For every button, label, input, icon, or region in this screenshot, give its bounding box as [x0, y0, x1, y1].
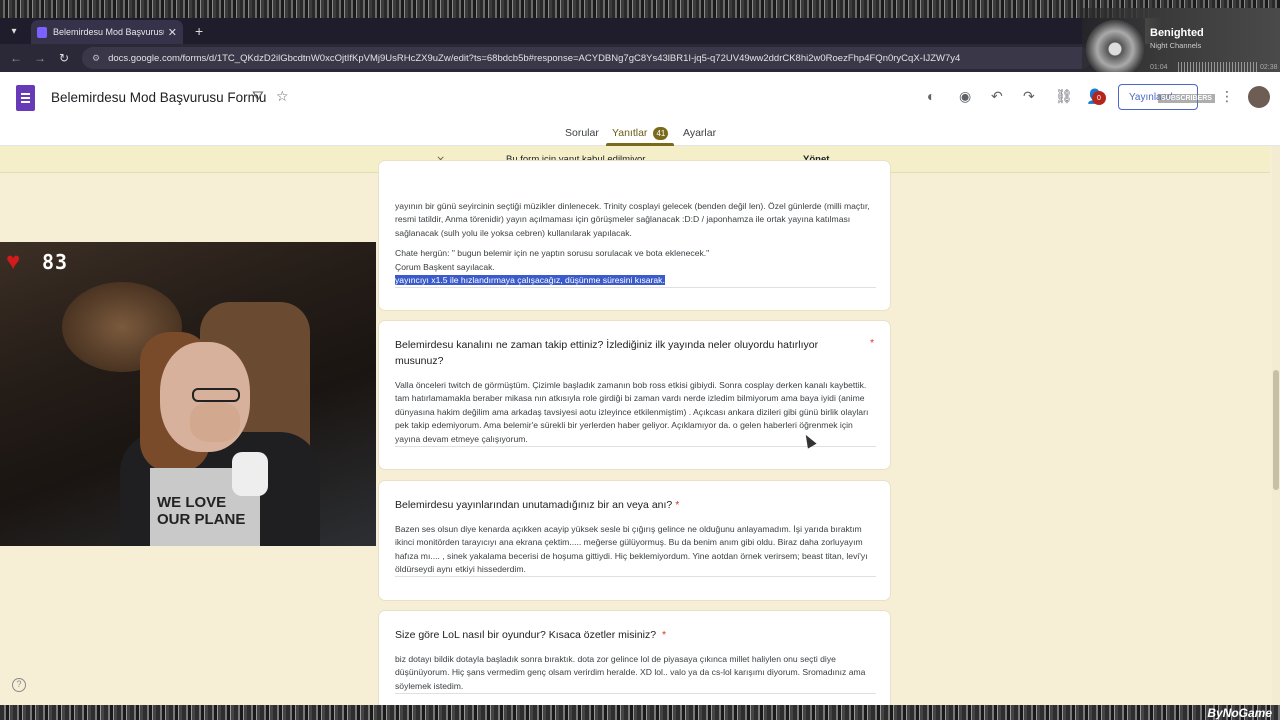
redo-icon[interactable]: ↷	[1023, 88, 1035, 105]
answer-text: biz dotayı bildik dotayla başladık sonra…	[395, 654, 866, 691]
response-card-1: yayının bir günü seyircinin seçtiği müzi…	[378, 160, 891, 311]
answer-paragraph-2: Chate hergün: " bugun belemir için ne ya…	[395, 248, 710, 258]
streamer-hand	[190, 402, 240, 442]
close-icon[interactable]: ✕	[168, 26, 177, 39]
google-forms-logo-icon[interactable]	[16, 85, 35, 111]
required-asterisk: *	[675, 499, 680, 511]
track-artist: Night Channels	[1150, 41, 1202, 50]
heart-icon: ♥	[6, 248, 21, 275]
answer-underline	[395, 446, 876, 447]
scroll-thumb[interactable]	[1273, 370, 1279, 490]
forms-favicon-icon	[37, 26, 47, 38]
track-duration: 02:38	[1260, 64, 1278, 71]
shirt-print: WE LOVE OUR PLANE	[157, 494, 246, 528]
glasses	[192, 388, 240, 402]
tab-responses[interactable]: Yanıtlar 41	[612, 127, 669, 140]
form-title[interactable]: Belemirdesu Mod Başvurusu Formu	[51, 90, 266, 105]
album-art	[1086, 20, 1144, 78]
webcam-overlay: WE LOVE OUR PLANE	[0, 242, 376, 546]
account-avatar[interactable]	[1248, 86, 1270, 108]
tab-list-dropdown-icon[interactable]: ▾	[3, 20, 25, 42]
tab-title: Belemirdesu Mod Başvurusu Fo	[53, 27, 164, 37]
back-arrow-icon[interactable]: ←	[4, 46, 28, 70]
palette-icon[interactable]: ◐	[927, 88, 935, 104]
heart-counter: 83	[42, 250, 69, 274]
answer-paragraph-3: Çorum Başkent sayılacak.	[395, 262, 495, 272]
music-player-overlay: Benighted Night Channels 01:04 02:38	[1082, 8, 1280, 82]
tab-settings[interactable]: Ayarlar	[683, 127, 716, 139]
browser-tabbar: ▾ Belemirdesu Mod Başvurusu Fo ✕ +	[0, 18, 1145, 44]
star-icon[interactable]: ☆	[276, 88, 289, 105]
answer-underline	[395, 576, 876, 577]
channel-watermark: ByNoGame	[1207, 706, 1272, 720]
tab-responses-label: Yanıtlar	[612, 127, 648, 139]
answer-underline	[395, 693, 876, 694]
response-card-3: Belemirdesu yayınlarından unutamadığınız…	[378, 480, 891, 601]
forward-arrow-icon[interactable]: →	[28, 46, 52, 70]
forms-tabs: Sorular Yanıtlar 41 Ayarlar	[0, 124, 1280, 146]
reload-icon[interactable]: ↻	[52, 46, 76, 70]
tab-questions[interactable]: Sorular	[565, 127, 599, 139]
responses-count-badge: 41	[653, 127, 669, 140]
url-text: docs.google.com/forms/d/1TC_QKdzD2ilGbcd…	[108, 52, 961, 64]
browser-tab[interactable]: Belemirdesu Mod Başvurusu Fo ✕	[31, 20, 183, 44]
track-elapsed: 01:04	[1150, 64, 1168, 71]
cup	[232, 452, 268, 496]
question-text: Belemirdesu yayınlarından unutamadığınız…	[395, 499, 673, 511]
response-card-2: Belemirdesu kanalını ne zaman takip etti…	[378, 320, 891, 470]
address-bar[interactable]: ⚙ docs.google.com/forms/d/1TC_QKdzD2ilGb…	[82, 47, 1092, 69]
response-card-4: Size göre LoL nasıl bir oyundur? Kısaca …	[378, 610, 891, 710]
question-title: Belemirdesu yayınlarından unutamadığınız…	[395, 497, 835, 513]
answer-paragraph-1: yayının bir günü seyircinin seçtiği müzi…	[395, 201, 870, 238]
answer-text: Bazen ses olsun diye kenarda açıkken aca…	[395, 524, 868, 575]
subscribers-overlay: SUBSCRIBERS	[1158, 94, 1215, 103]
new-tab-plus-icon[interactable]: +	[195, 23, 203, 39]
question-title: Size göre LoL nasıl bir oyundur? Kısaca …	[395, 627, 835, 643]
more-options-icon[interactable]: ⋮	[1220, 88, 1234, 105]
move-to-drive-icon[interactable]: ⛛	[252, 88, 264, 105]
site-info-icon[interactable]: ⚙	[92, 53, 100, 64]
answer-underline	[395, 287, 876, 288]
question-title: Belemirdesu kanalını ne zaman takip etti…	[395, 339, 819, 367]
highlighted-answer-text: yayıncıyı x1.5 ile hızlandırmaya çalışac…	[395, 275, 665, 285]
notification-badge: 0	[1092, 91, 1106, 105]
question-text: Size göre LoL nasıl bir oyundur? Kısaca …	[395, 629, 657, 641]
required-asterisk: *	[870, 338, 874, 349]
bottom-noise-strip	[0, 705, 1280, 720]
undo-icon[interactable]: ↶	[991, 88, 1003, 105]
help-icon[interactable]: ?	[12, 678, 26, 692]
link-icon[interactable]: ⛓	[1055, 88, 1073, 105]
track-title: Benighted	[1150, 27, 1204, 39]
required-asterisk: *	[661, 629, 667, 641]
preview-eye-icon[interactable]: ◉	[959, 88, 971, 105]
